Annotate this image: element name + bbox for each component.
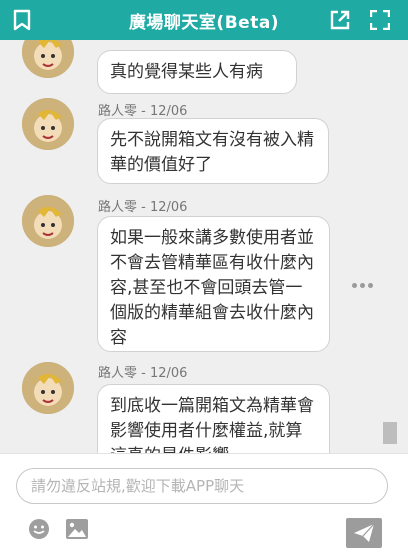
composer (0, 453, 408, 552)
avatar[interactable] (22, 362, 74, 414)
avatar[interactable] (22, 98, 74, 150)
avatar[interactable] (22, 195, 74, 247)
message-bubble: 先不說開箱文有沒有被入精華的價值好了 (97, 118, 329, 184)
send-button[interactable] (346, 518, 382, 548)
message-bubble: 如果一般來講多數使用者並不會去管精華區有收什麼內容,甚至也不會回頭去管一個版的精… (97, 216, 330, 352)
message-bubble: 到底收一篇開箱文為精華會影響使用者什麼權益,就算這真的是件影響 (97, 384, 330, 453)
message-time: 12/06 (149, 104, 188, 119)
image-icon[interactable] (64, 516, 90, 542)
scrollbar[interactable] (383, 80, 399, 453)
message-meta: 路人零 - 12/06 (98, 366, 188, 381)
scrollbar-thumb[interactable] (383, 422, 397, 444)
more-options-icon[interactable] (352, 280, 376, 290)
message-time: 12/06 (149, 366, 188, 381)
message-list[interactable]: 真的覺得某些人有病 路人零 - 12/06 先不說開箱文有沒有被入精華的價值好了… (0, 40, 408, 453)
chat-title: 廣場聊天室(Beta) (128, 12, 280, 33)
message-meta: 路人零 - 12/06 (98, 200, 188, 215)
message-bubble: 真的覺得某些人有病 (97, 50, 297, 94)
open-external-icon[interactable] (328, 8, 352, 32)
avatar[interactable] (22, 40, 74, 78)
message-meta: 路人零 - 12/06 (98, 104, 188, 119)
message-author: 路人零 (98, 366, 138, 381)
fullscreen-icon[interactable] (368, 8, 392, 32)
message-input[interactable] (16, 468, 388, 504)
message-author: 路人零 (98, 200, 138, 215)
send-icon (354, 523, 375, 542)
message-time: 12/06 (149, 200, 188, 215)
emoji-icon[interactable] (26, 516, 52, 542)
bookmark-icon[interactable] (10, 8, 34, 32)
chat-header: 廣場聊天室(Beta) (0, 0, 408, 40)
message-author: 路人零 (98, 104, 138, 119)
